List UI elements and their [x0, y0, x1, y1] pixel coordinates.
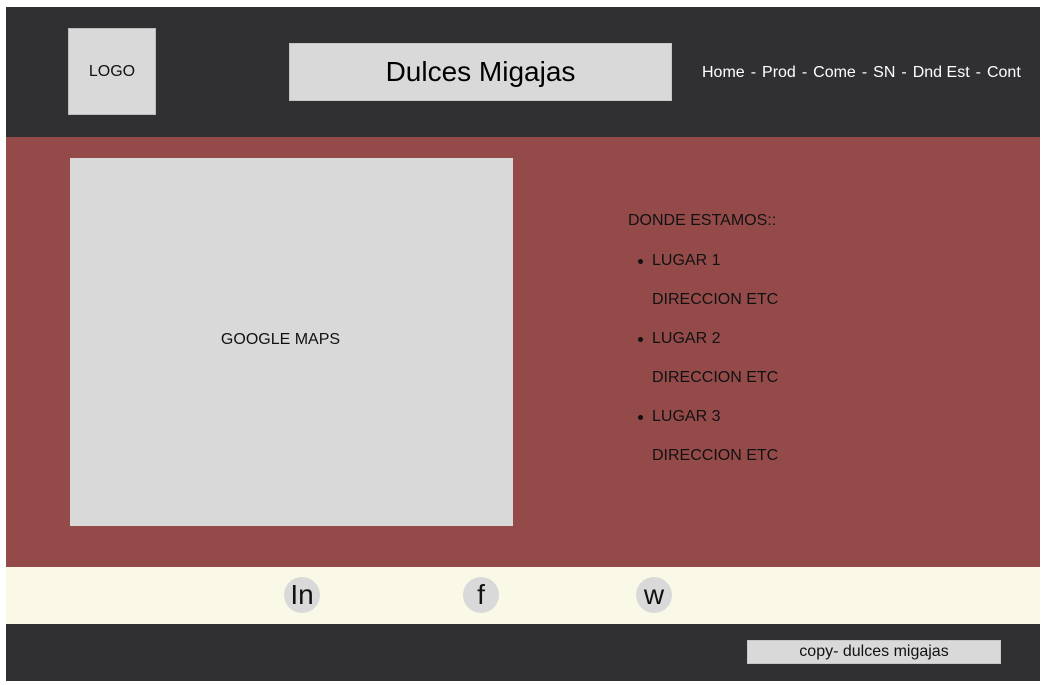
list-item: LUGAR 2 DIRECCION ETC [628, 327, 778, 390]
locations-list: LUGAR 1 DIRECCION ETC LUGAR 2 DIRECCION … [628, 249, 778, 468]
page-frame: LOGO Dulces Migajas Home - Prod - Come -… [6, 7, 1040, 681]
map-placeholder[interactable]: GOOGLE MAPS [70, 158, 513, 526]
nav-item-cont[interactable]: Cont [987, 64, 1021, 82]
location-address: DIRECCION ETC [652, 369, 779, 386]
location-name: LUGAR 2 [628, 327, 778, 351]
main-content: GOOGLE MAPS DONDE ESTAMOS:: LUGAR 1 DIRE… [6, 137, 1040, 567]
site-footer: copy- dulces migajas [6, 624, 1040, 681]
nav-item-prod[interactable]: Prod [762, 64, 796, 82]
location-name: LUGAR 3 [628, 405, 778, 429]
whatsapp-icon-label: w [643, 579, 665, 610]
logo-label: LOGO [88, 62, 136, 80]
whatsapp-icon[interactable]: w [636, 577, 672, 613]
location-name-text: LUGAR 3 [652, 408, 721, 425]
location-name: LUGAR 1 [628, 249, 778, 273]
map-label: GOOGLE MAPS [220, 330, 341, 348]
nav-separator: - [861, 64, 868, 81]
social-bar: In f w [6, 567, 1040, 624]
list-item: LUGAR 3 DIRECCION ETC [628, 405, 778, 468]
facebook-icon[interactable]: f [463, 577, 499, 613]
nav-separator: - [801, 64, 808, 81]
nav-item-home[interactable]: Home [702, 64, 745, 82]
nav-item-sn[interactable]: SN [873, 64, 895, 82]
site-header: LOGO Dulces Migajas Home - Prod - Come -… [6, 7, 1040, 137]
copyright-text: copy- dulces migajas [799, 643, 949, 660]
nav-item-come[interactable]: Come [813, 64, 856, 82]
nav-separator: - [901, 64, 907, 81]
linkedin-icon-label: In [290, 579, 314, 610]
location-name-text: LUGAR 1 [652, 252, 721, 269]
locations-heading: DONDE ESTAMOS:: [628, 212, 777, 229]
nav-item-dnd-est[interactable]: Dnd Est [913, 64, 970, 82]
linkedin-icon[interactable]: In [284, 577, 320, 613]
site-title-text: Dulces Migajas [385, 56, 576, 87]
bullet-icon [638, 337, 643, 342]
logo[interactable]: LOGO [68, 28, 156, 115]
location-name-text: LUGAR 2 [652, 330, 721, 347]
bullet-icon [638, 259, 643, 264]
locations-panel: DONDE ESTAMOS:: LUGAR 1 DIRECCION ETC LU… [628, 209, 778, 483]
nav-separator: - [975, 64, 981, 81]
location-address: DIRECCION ETC [652, 447, 779, 464]
site-title: Dulces Migajas [289, 43, 672, 101]
nav-separator: - [750, 64, 757, 81]
copyright-notice: copy- dulces migajas [747, 640, 1001, 664]
facebook-icon-label: f [477, 579, 485, 610]
main-nav: Home - Prod - Come - SN - Dnd Est - Cont [702, 61, 1021, 85]
bullet-icon [638, 415, 643, 420]
list-item: LUGAR 1 DIRECCION ETC [628, 249, 778, 312]
location-address: DIRECCION ETC [652, 291, 779, 308]
